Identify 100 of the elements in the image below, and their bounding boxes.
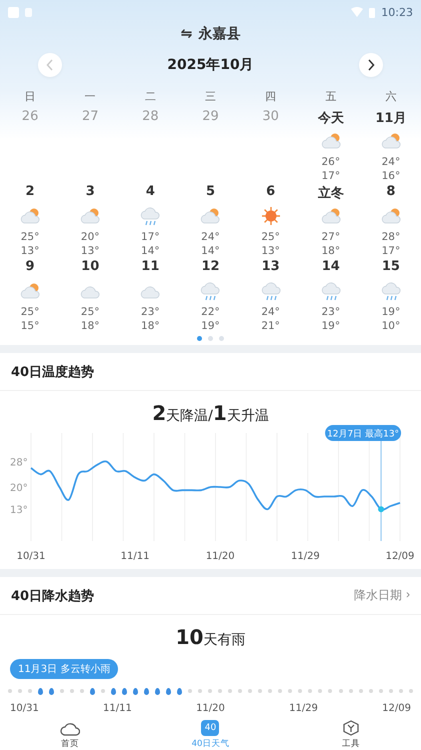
section-title: 40日降水趋势 xyxy=(11,588,94,604)
next-month-button[interactable] xyxy=(358,53,383,77)
day-number[interactable]: 15 xyxy=(382,259,400,279)
page-indicator-dot[interactable] xyxy=(219,336,224,340)
low-temperature: 14° xyxy=(201,244,220,258)
low-temperature: 19° xyxy=(321,319,340,333)
month-title: 2025年10月 xyxy=(167,56,254,74)
high-temperature: 25° xyxy=(20,230,40,244)
day-number[interactable]: 6 xyxy=(266,184,276,204)
rain-summary: 10天有雨 xyxy=(174,624,246,647)
low-temperature: 18° xyxy=(321,244,340,258)
x-axis-label: 12/09 xyxy=(386,551,414,562)
day-number[interactable]: 8 xyxy=(386,184,396,204)
annotation: 12月7日 最高13° xyxy=(327,428,400,440)
partly-cloudy-icon xyxy=(199,206,222,226)
low-temperature: 13° xyxy=(261,244,280,258)
high-temperature: 23° xyxy=(141,305,160,319)
location-title: 永嘉县 xyxy=(198,25,240,43)
partly-cloudy-icon xyxy=(380,206,402,226)
y-axis-label: 20° xyxy=(10,483,28,494)
low-temperature: 18° xyxy=(80,319,100,333)
x-axis-label: 11/29 xyxy=(289,703,318,716)
weekday-label: 一 xyxy=(84,88,97,104)
rain-cloud-icon xyxy=(260,281,282,301)
partly-cloudy-icon xyxy=(320,131,342,151)
chevron-left-icon xyxy=(46,59,54,71)
low-temperature: 13° xyxy=(20,244,40,258)
high-temperature: 23° xyxy=(321,305,340,319)
day-number[interactable]: 4 xyxy=(146,184,155,204)
marker-point xyxy=(378,506,384,512)
page-indicator-dot[interactable] xyxy=(197,336,202,340)
day-number[interactable]: 12 xyxy=(201,259,220,279)
day-number[interactable]: 立冬 xyxy=(318,184,344,204)
partly-cloudy-icon xyxy=(380,131,402,151)
day-number[interactable]: 9 xyxy=(26,259,35,279)
chevron-right-icon xyxy=(366,59,375,71)
high-temperature: 25° xyxy=(20,305,40,319)
high-temperature: 20° xyxy=(80,230,100,244)
day-number[interactable]: 10 xyxy=(81,259,100,279)
notification-icon xyxy=(25,8,32,16)
low-temperature: 13° xyxy=(80,244,100,258)
day-number[interactable]: 13 xyxy=(262,259,280,279)
partly-cloudy-icon xyxy=(19,281,42,301)
trend-summary: 2天降温/1天升温 xyxy=(151,400,270,423)
nav-tab[interactable]: 工具 xyxy=(280,720,421,750)
nav-tab[interactable]: 首页 xyxy=(0,720,140,750)
hexagon-icon xyxy=(340,720,361,736)
day-number[interactable]: 11 xyxy=(141,259,160,279)
low-temperature: 18° xyxy=(141,319,160,333)
notification-icon xyxy=(8,6,19,18)
cloud-icon xyxy=(60,720,80,736)
weekday-label: 二 xyxy=(144,88,157,104)
clock: 10:23 xyxy=(381,6,413,18)
rain-cloud-icon xyxy=(380,281,402,301)
high-temperature: 24° xyxy=(382,155,400,169)
day-number[interactable]: 3 xyxy=(86,184,95,204)
day-number[interactable]: 今天 xyxy=(318,109,344,129)
sun-icon xyxy=(260,206,282,226)
weekday-label: 五 xyxy=(324,88,338,104)
battery-icon xyxy=(369,6,376,18)
day-number[interactable]: 14 xyxy=(322,259,340,279)
high-temperature: 28° xyxy=(382,230,400,244)
high-temperature: 25° xyxy=(80,305,100,319)
x-axis-label: 11/29 xyxy=(290,551,320,562)
x-axis-label: 10/31 xyxy=(10,703,39,716)
high-temperature: 27° xyxy=(321,230,340,244)
partly-cloudy-icon xyxy=(19,206,42,226)
low-temperature: 17° xyxy=(382,244,400,258)
day-number[interactable]: 11月 xyxy=(375,109,406,129)
y-axis-label: 13° xyxy=(10,505,28,516)
high-temperature: 26° xyxy=(321,155,340,169)
x-axis-label: 11/11 xyxy=(103,703,132,716)
partly-cloudy-icon xyxy=(79,206,102,226)
high-temperature: 22° xyxy=(201,305,220,319)
x-axis-label: 12/09 xyxy=(382,703,411,716)
high-temperature: 19° xyxy=(382,305,400,319)
x-axis-label: 11/20 xyxy=(196,703,225,716)
low-temperature: 10° xyxy=(382,319,400,333)
weekday-label: 六 xyxy=(384,88,398,104)
switch-icon[interactable]: ⇋ xyxy=(180,26,192,42)
partly-cloudy-icon xyxy=(320,206,342,226)
low-temperature: 19° xyxy=(201,319,220,333)
section-title: 40日温度趋势 xyxy=(11,364,94,380)
tooltip: 12月7日 最高13° xyxy=(325,425,402,441)
low-temperature: 16° xyxy=(382,169,400,183)
x-axis-label: 11/11 xyxy=(120,551,150,562)
high-temperature: 25° xyxy=(261,230,280,244)
precipitation-dates-link[interactable]: 降水日期 › xyxy=(354,587,410,604)
high-temperature: 24° xyxy=(201,230,220,244)
high-temperature: 17° xyxy=(141,230,160,244)
previous-month-button[interactable] xyxy=(38,53,62,77)
tooltip: 11月3日 多云转小雨 xyxy=(10,659,118,679)
day-number[interactable]: 2 xyxy=(26,184,35,204)
low-temperature: 15° xyxy=(20,319,40,333)
low-temperature: 21° xyxy=(261,319,280,333)
rain-cloud-icon xyxy=(199,281,222,301)
calendar-badge: 40 xyxy=(201,720,220,736)
weekday-label: 四 xyxy=(264,88,278,104)
day-number[interactable]: 5 xyxy=(206,184,216,204)
page-indicator-dot[interactable] xyxy=(208,336,213,340)
